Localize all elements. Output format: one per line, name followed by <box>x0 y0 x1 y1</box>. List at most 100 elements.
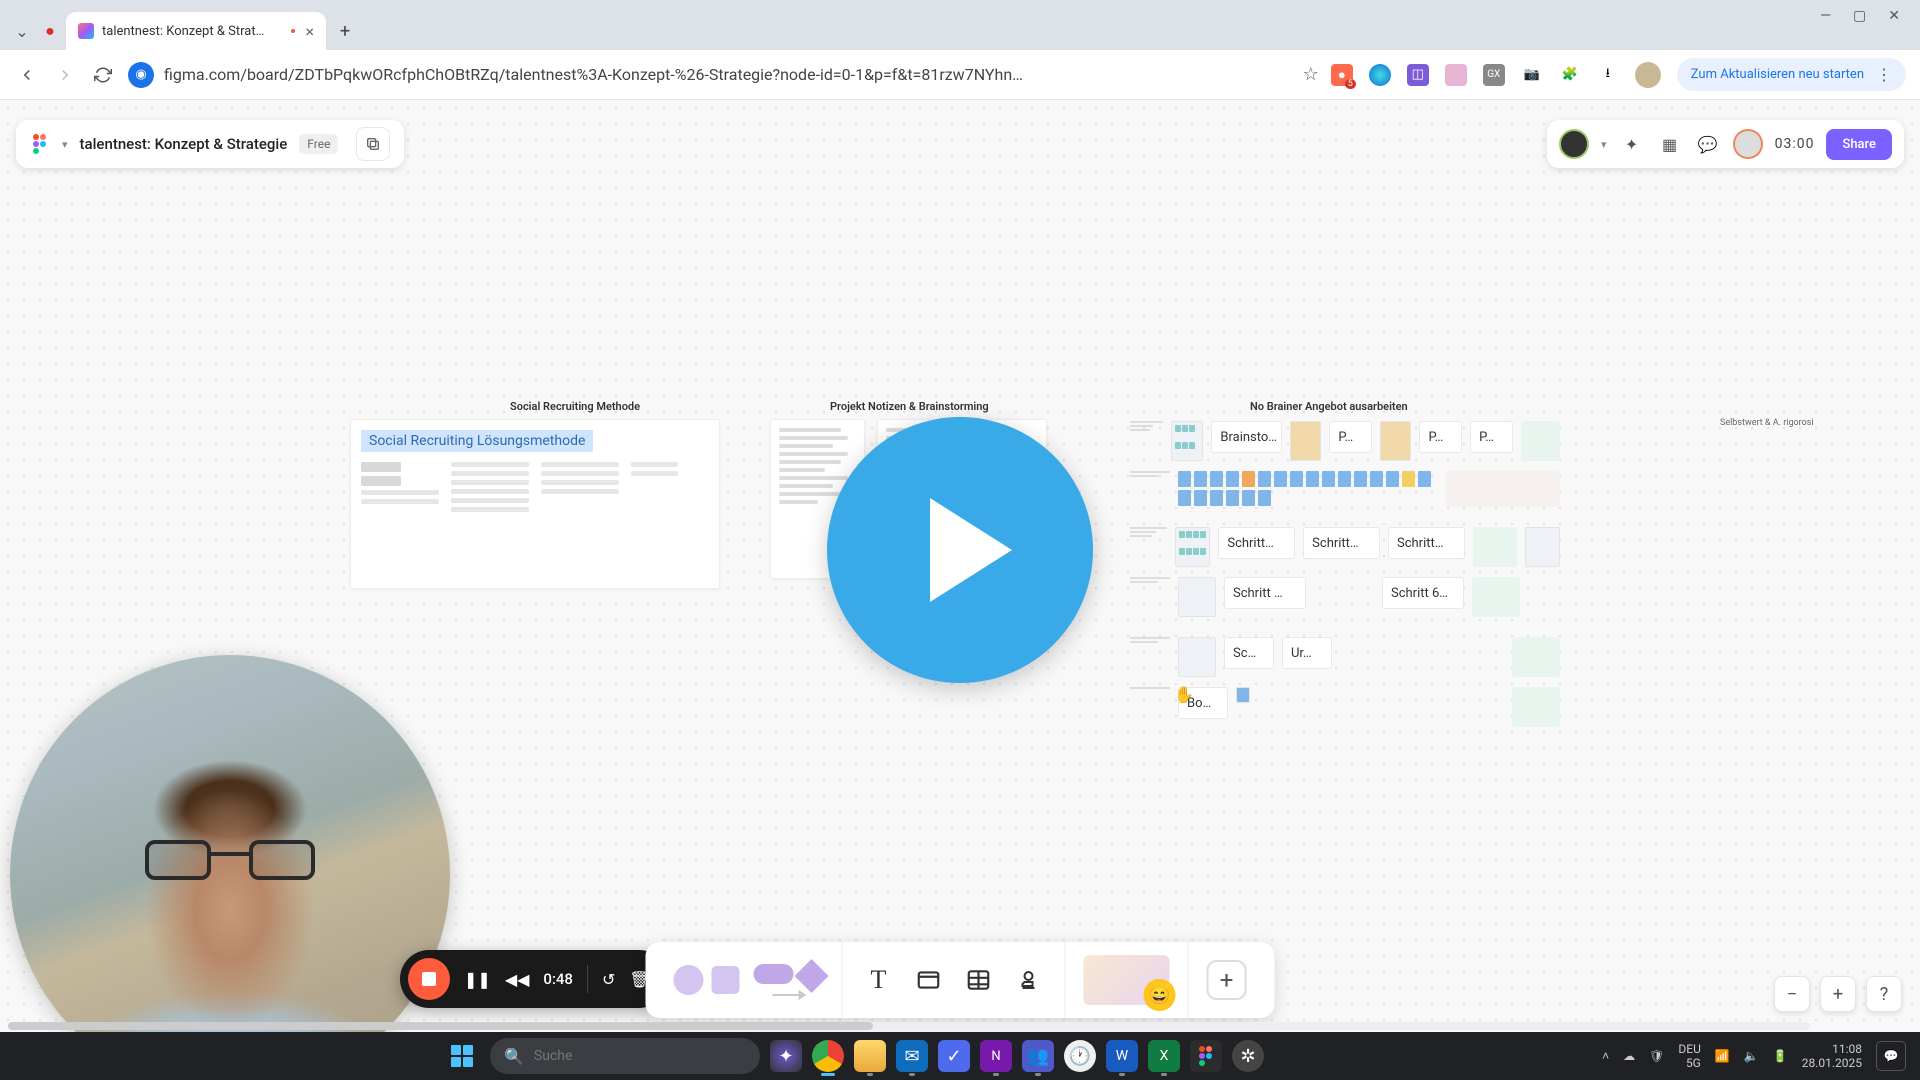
copy-link-button[interactable] <box>356 127 390 161</box>
rewind-button[interactable]: ◀◀ <box>505 970 530 989</box>
shape-square-tool[interactable] <box>712 966 740 994</box>
taskbar-chatgpt[interactable]: ✲ <box>1232 1040 1264 1072</box>
nav-forward-button[interactable] <box>52 62 78 88</box>
taskbar-chrome[interactable] <box>812 1040 844 1072</box>
tray-date[interactable]: 28.01.2025 <box>1802 1056 1862 1070</box>
card-p2[interactable]: P… <box>1419 421 1462 453</box>
taskbar-clock-app[interactable]: 🕐 <box>1064 1040 1096 1072</box>
stamp-tool[interactable] <box>1011 962 1047 998</box>
more-tools-button[interactable]: + <box>1207 960 1247 1000</box>
card-step-b[interactable]: Schritt… <box>1303 527 1380 559</box>
extension-icon-2[interactable] <box>1369 64 1391 86</box>
site-info-icon[interactable]: ◉ <box>128 62 154 88</box>
section-no-brainer-angebot[interactable]: No Brainer Angebot ausarbeiten Brainsto…… <box>1130 400 1560 737</box>
table-tool[interactable] <box>961 962 997 998</box>
restart-recording-button[interactable]: ↺ <box>602 970 615 989</box>
card-sc[interactable]: Sc… <box>1224 637 1274 669</box>
browser-tab-active[interactable]: talentnest: Konzept & Strat… × <box>66 12 326 50</box>
address-bar[interactable]: ◉ figma.com/board/ZDTbPqkwORcfphChOBtRZq… <box>128 57 1319 93</box>
new-tab-button[interactable]: + <box>330 16 360 46</box>
ai-sparkle-icon[interactable]: ✦ <box>1619 131 1645 157</box>
extension-icon-5[interactable]: GX <box>1483 64 1505 86</box>
document-title[interactable]: talentnest: Konzept & Strategie <box>80 135 288 153</box>
window-minimize-button[interactable]: — <box>1820 8 1831 24</box>
shape-pill-tool[interactable] <box>754 964 794 984</box>
sticky-note-tool[interactable] <box>911 962 947 998</box>
chevron-down-icon[interactable]: ▾ <box>62 138 68 151</box>
pause-recording-button[interactable]: ❚❚ <box>464 970 491 989</box>
play-button[interactable] <box>827 417 1093 683</box>
timer-display[interactable]: 03:00 <box>1775 136 1815 152</box>
collaborator-avatar-1[interactable] <box>1559 129 1589 159</box>
tab-close-button[interactable]: × <box>305 22 314 41</box>
zoom-in-button[interactable]: + <box>1820 976 1856 1012</box>
taskbar-todo[interactable]: ✓ <box>938 1040 970 1072</box>
section-social-recruiting[interactable]: Social Recruiting Methode Social Recruit… <box>350 400 720 589</box>
start-button[interactable] <box>444 1038 480 1074</box>
nav-reload-button[interactable] <box>90 62 116 88</box>
extension-icon-3[interactable]: ◫ <box>1407 64 1429 86</box>
browser-update-button[interactable]: Zum Aktualisieren neu starten <box>1677 58 1906 91</box>
taskbar-search-input[interactable] <box>534 1048 746 1064</box>
window-close-button[interactable]: ✕ <box>1888 8 1900 24</box>
window-maximize-button[interactable]: ▢ <box>1853 8 1866 24</box>
tray-battery-icon[interactable]: 🔋 <box>1773 1049 1788 1063</box>
text-tool[interactable]: T <box>861 962 897 998</box>
card-step-a[interactable]: Schritt… <box>1218 527 1295 559</box>
collaborator-avatar-2[interactable] <box>1733 129 1763 159</box>
tray-onedrive-icon[interactable]: ☁ <box>1623 1049 1635 1063</box>
extension-icon-4[interactable] <box>1445 64 1467 86</box>
connector-tool[interactable] <box>773 994 805 996</box>
taskbar-excel[interactable]: X <box>1148 1040 1180 1072</box>
downloads-button[interactable]: ⭳ <box>1597 64 1619 86</box>
taskbar-copilot[interactable]: ✦ <box>770 1040 802 1072</box>
card-p1[interactable]: P… <box>1329 421 1372 453</box>
taskbar-outlook[interactable]: ✉ <box>896 1040 928 1072</box>
zoom-out-button[interactable]: − <box>1774 976 1810 1012</box>
recording-indicator[interactable]: ● <box>38 19 62 43</box>
figma-canvas[interactable]: ▾ talentnest: Konzept & Strategie Free ▾… <box>0 100 1920 1032</box>
tab-search-button[interactable]: ⌄ <box>10 19 34 43</box>
taskbar-teams[interactable]: 👥 <box>1022 1040 1054 1072</box>
share-button[interactable]: Share <box>1826 129 1892 160</box>
frame-social-recruiting[interactable]: Social Recruiting Lösungsmethode <box>350 419 720 589</box>
card-step-c[interactable]: Schritt… <box>1388 527 1465 559</box>
card-brainstorm[interactable]: Brainsto… <box>1211 421 1281 453</box>
shape-diamond-tool[interactable] <box>795 959 829 993</box>
screenshot-extension-icon[interactable]: 📷 <box>1521 64 1543 86</box>
stop-recording-button[interactable] <box>408 958 450 1000</box>
horizontal-scrollbar[interactable] <box>8 1022 1810 1030</box>
tray-language[interactable]: DEU <box>1678 1042 1700 1056</box>
widgets-button[interactable]: 😄 <box>1084 955 1170 1005</box>
card-p3[interactable]: P… <box>1470 421 1513 453</box>
section-selbstwert[interactable]: Selbstwert & A. rigorosi <box>1720 418 1814 428</box>
help-button[interactable]: ? <box>1866 976 1902 1012</box>
card-step-d[interactable]: Schritt … <box>1224 577 1306 609</box>
extension-icon-1[interactable]: ●5 <box>1331 64 1353 86</box>
profile-avatar[interactable] <box>1635 62 1661 88</box>
sticky-cluster[interactable] <box>1178 471 1438 506</box>
collaborators-dropdown[interactable]: ▾ <box>1601 138 1607 151</box>
tray-network[interactable]: 5G <box>1686 1056 1701 1070</box>
card-ur[interactable]: Ur… <box>1282 637 1332 669</box>
nav-back-button[interactable] <box>14 62 40 88</box>
tray-security-icon[interactable]: 🛡 <box>1649 1049 1664 1063</box>
card-step-e[interactable]: Schritt 6… <box>1382 577 1464 609</box>
tray-volume-icon[interactable]: 🔈 <box>1744 1049 1759 1063</box>
taskbar-word[interactable]: W <box>1106 1040 1138 1072</box>
tray-overflow-icon[interactable]: ˄ <box>1602 1049 1609 1063</box>
figma-menu-button[interactable] <box>30 134 50 154</box>
notifications-button[interactable]: 💬 <box>1876 1041 1906 1071</box>
taskbar-onenote[interactable]: N <box>980 1040 1012 1072</box>
taskbar-search[interactable]: 🔍 <box>490 1038 760 1074</box>
taskbar-figma[interactable] <box>1190 1040 1222 1072</box>
bookmark-button[interactable]: ☆ <box>1303 64 1319 85</box>
tray-time[interactable]: 11:08 <box>1832 1042 1862 1056</box>
extensions-menu-button[interactable]: 🧩 <box>1559 64 1581 86</box>
webcam-bubble[interactable] <box>10 655 450 1032</box>
comment-icon[interactable]: 💬 <box>1695 131 1721 157</box>
grid-view-icon[interactable]: ▦ <box>1657 131 1683 157</box>
tray-wifi-icon[interactable]: 📶 <box>1715 1049 1730 1063</box>
shape-circle-tool[interactable] <box>674 965 704 995</box>
taskbar-explorer[interactable] <box>854 1040 886 1072</box>
